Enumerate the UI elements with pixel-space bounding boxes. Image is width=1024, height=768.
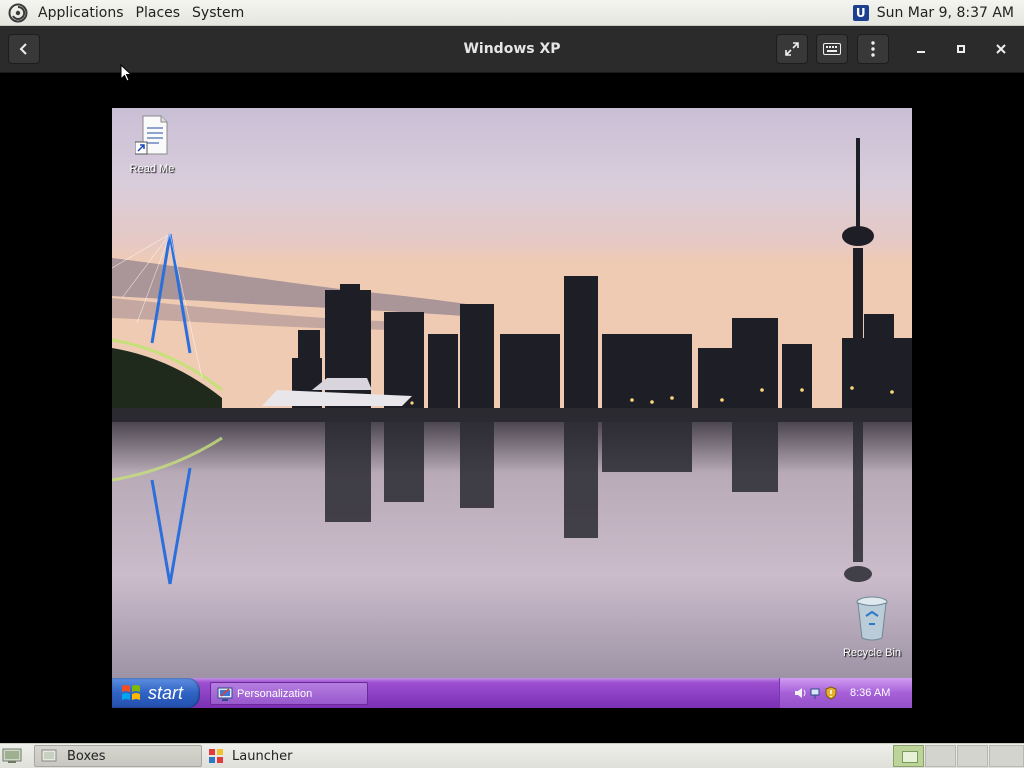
xp-clock[interactable]: 8:36 AM	[850, 687, 890, 699]
taskbar-item-boxes[interactable]: Boxes	[34, 745, 202, 767]
workspace-2[interactable]	[925, 745, 956, 767]
back-icon	[19, 43, 27, 55]
mouse-pointer-icon	[120, 64, 132, 82]
boxes-app-icon	[41, 749, 57, 762]
windows-flag-icon	[122, 685, 140, 700]
document-shortcut-icon	[134, 115, 168, 155]
workspace-3[interactable]	[957, 745, 988, 767]
desktop-icon-recycle-bin-label: Recycle Bin	[842, 647, 902, 659]
network-icon[interactable]	[810, 686, 822, 700]
show-desktop-icon[interactable]	[2, 748, 22, 764]
close-icon	[996, 44, 1006, 54]
places-menu[interactable]: Places	[130, 5, 187, 21]
taskbar-button-label: Personalization	[237, 687, 313, 700]
recycle-bin-icon	[856, 596, 888, 641]
start-button[interactable]: start	[112, 678, 200, 708]
volume-icon[interactable]	[794, 686, 808, 700]
keyboard-icon	[823, 43, 841, 55]
vm-display[interactable]: Read Me Recycle Bin start Personalizatio…	[112, 108, 912, 708]
top-panel: Applications Places System U Sun Mar 9, …	[0, 0, 1024, 26]
taskbar-item-label: Launcher	[232, 748, 293, 764]
back-button[interactable]	[8, 34, 40, 64]
desktop-icon-recycle-bin[interactable]: Recycle Bin	[832, 594, 912, 659]
workspace-1[interactable]	[893, 745, 924, 767]
updates-icon[interactable]: U	[852, 4, 869, 21]
desktop-icon-readme-label: Read Me	[129, 163, 175, 175]
keyboard-button[interactable]	[816, 34, 848, 64]
minimize-button[interactable]	[906, 34, 936, 64]
taskbar-item-launcher[interactable]: Launcher	[206, 745, 376, 767]
boxes-headerbar: Windows XP	[0, 26, 1024, 73]
clock[interactable]: Sun Mar 9, 8:37 AM	[877, 5, 1014, 21]
wallpaper-image	[112, 108, 912, 678]
system-tray: 8:36 AM	[779, 678, 912, 708]
desktop-icon-readme[interactable]: Read Me	[112, 114, 192, 175]
fullscreen-icon	[785, 42, 799, 56]
system-menu[interactable]: System	[186, 5, 250, 21]
maximize-icon	[957, 45, 965, 53]
taskbar-item-label: Boxes	[67, 748, 106, 764]
debian-logo-icon[interactable]	[8, 3, 28, 23]
taskbar-button-personalization[interactable]: Personalization	[210, 682, 368, 705]
minimize-icon	[917, 51, 925, 53]
top-panel-right: U Sun Mar 9, 8:37 AM	[852, 4, 1024, 21]
close-button[interactable]	[986, 34, 1016, 64]
security-shield-icon[interactable]	[824, 686, 838, 700]
applications-menu[interactable]: Applications	[32, 5, 130, 21]
menu-button[interactable]	[857, 34, 889, 64]
xp-taskbar: start Personalization 8:36 AM	[112, 678, 912, 708]
personalization-icon	[217, 687, 233, 701]
kebab-menu-icon	[871, 41, 875, 57]
bottom-panel: Boxes Launcher	[0, 743, 1024, 768]
workspace-4[interactable]	[989, 745, 1024, 767]
fullscreen-button[interactable]	[776, 34, 808, 64]
start-label: start	[148, 682, 184, 703]
launcher-app-icon	[209, 749, 223, 763]
maximize-button[interactable]	[946, 34, 976, 64]
